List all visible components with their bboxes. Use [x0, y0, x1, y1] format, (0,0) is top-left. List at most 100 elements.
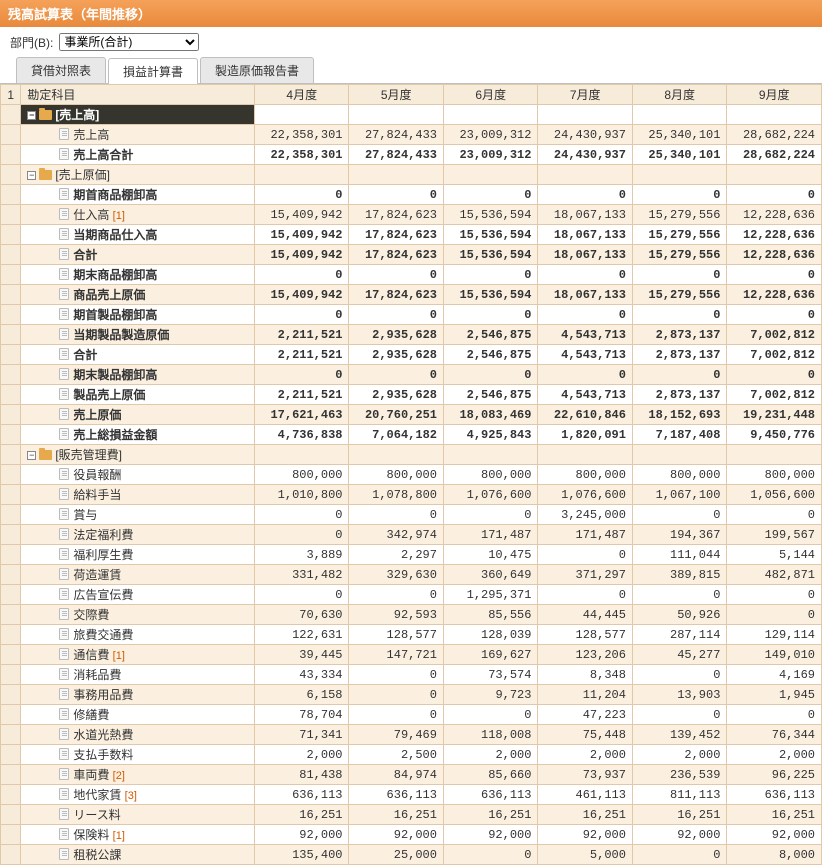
cell-24-0: 0 — [255, 585, 349, 605]
row-label[interactable]: 売上高合計 — [21, 145, 255, 165]
row-label[interactable]: 期首商品棚卸高 — [21, 185, 255, 205]
cell-36-4: 92,000 — [632, 825, 726, 845]
row-label-text: 売上総損益金額 — [73, 428, 157, 442]
row-label-text: 期首商品棚卸高 — [73, 188, 157, 202]
row-label[interactable]: 消耗品費 — [21, 665, 255, 685]
row-label[interactable]: 支払手数料 — [21, 745, 255, 765]
row-label[interactable]: 車両費 [2] — [21, 765, 255, 785]
doc-icon — [59, 328, 69, 340]
ref-mark: [2] — [113, 770, 125, 782]
collapse-icon[interactable]: − — [27, 171, 36, 180]
col-month-5[interactable]: 9月度 — [727, 85, 822, 105]
collapse-icon[interactable]: − — [27, 111, 36, 120]
row-label[interactable]: 製品売上原価 — [21, 385, 255, 405]
cell-35-3: 16,251 — [538, 805, 632, 825]
cell-9-2: 15,536,594 — [443, 285, 537, 305]
row-first — [1, 125, 21, 145]
row-label[interactable]: 租税公課 — [21, 845, 255, 865]
row-first — [1, 285, 21, 305]
row-label[interactable]: 当期商品仕入高 — [21, 225, 255, 245]
row-label[interactable]: 通信費 [1] — [21, 645, 255, 665]
row-label[interactable]: 合計 — [21, 345, 255, 365]
doc-icon — [59, 828, 69, 840]
doc-icon — [59, 788, 69, 800]
row-label[interactable]: 賞与 — [21, 505, 255, 525]
col-month-0[interactable]: 4月度 — [255, 85, 349, 105]
row-11: 当期製品製造原価2,211,5212,935,6282,546,8754,543… — [1, 325, 822, 345]
row-label[interactable]: 交際費 — [21, 605, 255, 625]
cell-31-2: 118,008 — [443, 725, 537, 745]
cell-31-5: 76,344 — [727, 725, 822, 745]
row-36: 保険料 [1]92,00092,00092,00092,00092,00092,… — [1, 825, 822, 845]
row-label[interactable]: 売上総損益金額 — [21, 425, 255, 445]
row-label[interactable]: 商品売上原価 — [21, 285, 255, 305]
cell-20-3: 3,245,000 — [538, 505, 632, 525]
cell-28-4: 0 — [632, 665, 726, 685]
doc-icon — [59, 548, 69, 560]
row-9: 商品売上原価15,409,94217,824,62315,536,59418,0… — [1, 285, 822, 305]
row-label[interactable]: 給料手当 — [21, 485, 255, 505]
row-12: 合計2,211,5212,935,6282,546,8754,543,7132,… — [1, 345, 822, 365]
cell-9-5: 12,228,636 — [727, 285, 822, 305]
row-label[interactable]: 荷造運賃 — [21, 565, 255, 585]
row-label[interactable]: 仕入高 [1] — [21, 205, 255, 225]
row-label[interactable]: 法定福利費 — [21, 525, 255, 545]
row-label[interactable]: 役員報酬 — [21, 465, 255, 485]
row-label[interactable]: 保険料 [1] — [21, 825, 255, 845]
tab-1[interactable]: 損益計算書 — [108, 58, 198, 84]
cell-34-3: 461,113 — [538, 785, 632, 805]
row-label[interactable]: −[売上原価] — [21, 165, 255, 185]
row-label[interactable]: 期末商品棚卸高 — [21, 265, 255, 285]
row-label[interactable]: 期末製品棚卸高 — [21, 365, 255, 385]
cell-27-4: 45,277 — [632, 645, 726, 665]
cell-8-1: 0 — [349, 265, 443, 285]
row-label-text: [販売管理費] — [55, 448, 122, 462]
col-account[interactable]: 勘定科目 — [21, 85, 255, 105]
row-label[interactable]: 売上原価 — [21, 405, 255, 425]
row-label[interactable]: − [販売管理費] — [21, 445, 255, 465]
cell-32-5: 2,000 — [727, 745, 822, 765]
row-label[interactable]: 広告宣伝費 — [21, 585, 255, 605]
row-label[interactable]: 事務用品費 — [21, 685, 255, 705]
row-label[interactable]: 修繕費 — [21, 705, 255, 725]
row-label[interactable]: 水道光熱費 — [21, 725, 255, 745]
row-label[interactable]: 旅費交通費 — [21, 625, 255, 645]
cell-0-3 — [538, 105, 632, 125]
row-label[interactable]: リース料 — [21, 805, 255, 825]
cell-22-1: 2,297 — [349, 545, 443, 565]
cell-19-3: 1,076,600 — [538, 485, 632, 505]
row-label-text: 租税公課 — [73, 848, 121, 862]
row-label[interactable]: −[売上高] — [21, 105, 255, 125]
cell-25-2: 85,556 — [443, 605, 537, 625]
cell-37-1: 25,000 — [349, 845, 443, 865]
cell-26-1: 128,577 — [349, 625, 443, 645]
row-7: 合計15,409,94217,824,62315,536,59418,067,1… — [1, 245, 822, 265]
col-month-4[interactable]: 8月度 — [632, 85, 726, 105]
cell-6-1: 17,824,623 — [349, 225, 443, 245]
collapse-icon[interactable]: − — [27, 451, 36, 460]
row-first — [1, 145, 21, 165]
cell-21-1: 342,974 — [349, 525, 443, 545]
cell-36-3: 92,000 — [538, 825, 632, 845]
dept-select[interactable]: 事業所(合計) — [59, 33, 199, 51]
row-label[interactable]: 福利厚生費 — [21, 545, 255, 565]
cell-1-1: 27,824,433 — [349, 125, 443, 145]
row-label[interactable]: 売上高 — [21, 125, 255, 145]
corner-cell[interactable]: 1 — [1, 85, 21, 105]
row-label[interactable]: 合計 — [21, 245, 255, 265]
cell-14-0: 2,211,521 — [255, 385, 349, 405]
cell-24-3: 0 — [538, 585, 632, 605]
row-label[interactable]: 期首製品棚卸高 — [21, 305, 255, 325]
col-month-3[interactable]: 7月度 — [538, 85, 632, 105]
doc-icon — [59, 468, 69, 480]
trial-balance-table: 1勘定科目4月度5月度6月度7月度8月度9月度−[売上高]売上高22,358,3… — [0, 84, 822, 865]
row-label-text: 地代家賃 — [73, 788, 121, 802]
doc-icon — [59, 248, 69, 260]
cell-16-5: 9,450,776 — [727, 425, 822, 445]
col-month-2[interactable]: 6月度 — [443, 85, 537, 105]
col-month-1[interactable]: 5月度 — [349, 85, 443, 105]
tab-0[interactable]: 貸借対照表 — [16, 57, 106, 83]
tab-2[interactable]: 製造原価報告書 — [200, 57, 314, 83]
row-label[interactable]: 地代家賃 [3] — [21, 785, 255, 805]
row-label[interactable]: 当期製品製造原価 — [21, 325, 255, 345]
